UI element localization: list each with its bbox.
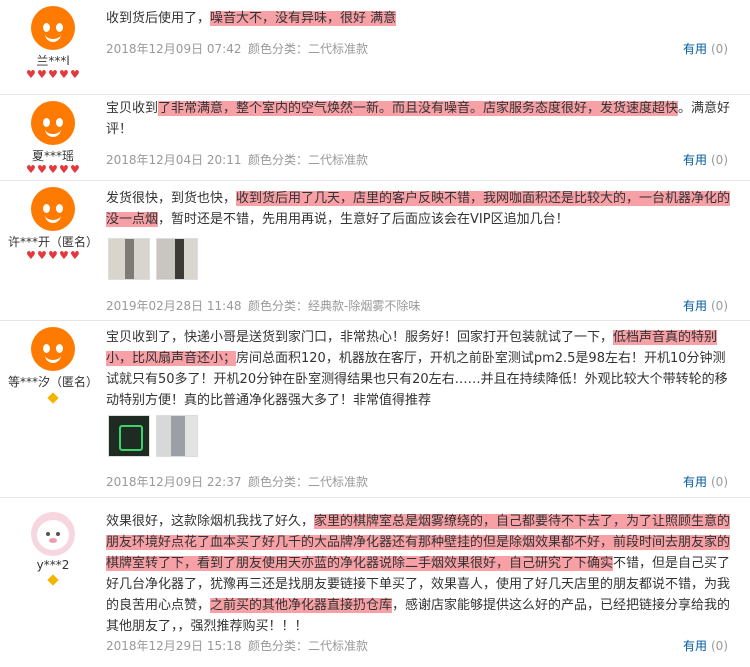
color-value: 二代标准款 [308, 475, 369, 489]
heart-icon [70, 163, 80, 176]
username[interactable]: y***2 [8, 558, 98, 572]
review-item: 许***开（匿名） 发货很快，到货也快，收到货后用了几天，店里的客户反映不错，我… [0, 181, 750, 321]
heart-icon [59, 249, 69, 262]
heart-icon [26, 249, 36, 262]
avatar[interactable] [31, 6, 75, 50]
useful-button[interactable]: 有用 (0) [683, 151, 728, 168]
review-meta: 2019年02月28日 11:48 颜色分类：经典款-除烟雾不除味 [106, 297, 738, 314]
review-user: y***2 [8, 512, 98, 586]
heart-icon [59, 163, 69, 176]
highlight: 了非常满意，整个室内的空气焕然一新。而且没有噪音。店家服务态度很好，发货速度超快 [158, 101, 679, 116]
review-item: 等***汐（匿名） 宝贝收到了，快递小哥是送货到家门口，非常热心！服务好！回家打… [0, 321, 750, 498]
color-label: 颜色分类： [248, 475, 309, 489]
user-level-hearts [8, 68, 98, 82]
heart-icon [37, 68, 47, 81]
review-date: 2019年02月28日 11:48 [106, 299, 242, 313]
color-value: 经典款-除烟雾不除味 [308, 299, 421, 313]
review-meta: 2018年12月29日 15:18 颜色分类：二代标准款 [106, 637, 738, 654]
review-photo[interactable] [108, 415, 150, 457]
review-images [108, 415, 198, 457]
diamond-icon [47, 574, 59, 586]
review-item: 夏***瑶 宝贝收到了非常满意，整个室内的空气焕然一新。而且没有噪音。店家服务态… [0, 95, 750, 181]
review-text: 宝贝收到了非常满意，整个室内的空气焕然一新。而且没有噪音。店家服务态度很好，发货… [106, 101, 731, 137]
highlight: 之前买的其他净化器直接扔仓库 [210, 598, 393, 613]
review-user: 等***汐（匿名） [8, 327, 98, 404]
color-label: 颜色分类： [248, 42, 309, 56]
review-meta: 2018年12月09日 07:42 颜色分类：二代标准款 [106, 40, 738, 57]
color-label: 颜色分类： [248, 639, 309, 653]
useful-button[interactable]: 有用 (0) [683, 637, 728, 654]
review-date: 2018年12月04日 20:11 [106, 153, 242, 167]
review-photo[interactable] [156, 415, 198, 457]
color-value: 二代标准款 [308, 153, 369, 167]
review-meta: 2018年12月09日 22:37 颜色分类：二代标准款 [106, 473, 738, 490]
useful-button[interactable]: 有用 (0) [683, 40, 728, 57]
heart-icon [48, 68, 58, 81]
review-text: 收到货后使用了，噪音大不，没有异味，很好 满意 [106, 11, 397, 26]
avatar[interactable] [31, 512, 75, 556]
username[interactable]: 许***开（匿名） [8, 233, 98, 250]
review-text: 宝贝收到了，快递小哥是送货到家门口，非常热心！服务好！回家打开包装就试了一下，低… [106, 330, 728, 408]
review-photo[interactable] [108, 238, 150, 280]
review-photo[interactable] [156, 238, 198, 280]
heart-icon [26, 163, 36, 176]
review-images [108, 238, 198, 280]
heart-icon [70, 249, 80, 262]
useful-button[interactable]: 有用 (0) [683, 297, 728, 314]
avatar[interactable] [31, 327, 75, 371]
color-label: 颜色分类： [248, 299, 309, 313]
review-text: 发货很快，到货也快，收到货后用了几天，店里的客户反映不错，我网咖面积还是比较大的… [106, 191, 731, 227]
avatar[interactable] [31, 187, 75, 231]
review-user: 许***开（匿名） [8, 187, 98, 263]
review-user: 夏***瑶 [8, 101, 98, 177]
review-item: 兰***l 收到货后使用了，噪音大不，没有异味，很好 满意 2018年12月09… [0, 0, 750, 95]
heart-icon [26, 68, 36, 81]
review-date: 2018年12月29日 15:18 [106, 639, 242, 653]
username[interactable]: 夏***瑶 [8, 147, 98, 164]
user-level-hearts [8, 249, 98, 263]
heart-icon [37, 249, 47, 262]
review-date: 2018年12月09日 07:42 [106, 42, 242, 56]
avatar[interactable] [31, 101, 75, 145]
review-user: 兰***l [8, 6, 98, 82]
username[interactable]: 等***汐（匿名） [8, 373, 98, 390]
color-value: 二代标准款 [308, 639, 369, 653]
heart-icon [48, 163, 58, 176]
review-item: y***2 效果很好，这款除烟机我找了好久，家里的棋牌室总是烟雾缭绕的，自己都要… [0, 498, 750, 667]
useful-button[interactable]: 有用 (0) [683, 473, 728, 490]
review-date: 2018年12月09日 22:37 [106, 475, 242, 489]
heart-icon [59, 68, 69, 81]
highlight: 噪音大不，没有异味，很好 满意 [210, 11, 397, 26]
review-meta: 2018年12月04日 20:11 颜色分类：二代标准款 [106, 151, 738, 168]
username[interactable]: 兰***l [8, 52, 98, 69]
heart-icon [70, 68, 80, 81]
diamond-icon [47, 392, 59, 404]
color-label: 颜色分类： [248, 153, 309, 167]
heart-icon [48, 249, 58, 262]
user-level-diamond [8, 574, 98, 586]
heart-icon [37, 163, 47, 176]
user-level-hearts [8, 163, 98, 177]
user-level-diamond [8, 392, 98, 404]
color-value: 二代标准款 [308, 42, 369, 56]
review-text: 效果很好，这款除烟机我找了好久，家里的棋牌室总是烟雾缭绕的，自己都要待不下去了，… [106, 514, 731, 634]
